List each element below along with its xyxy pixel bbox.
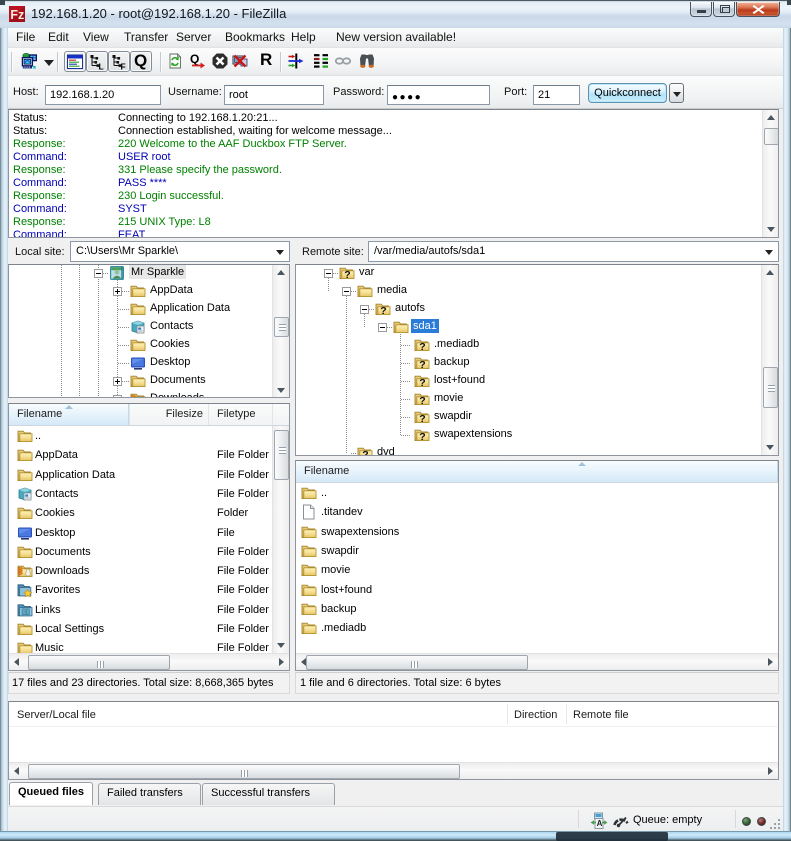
svg-text:Q: Q bbox=[190, 53, 199, 66]
svg-text:F: F bbox=[121, 62, 126, 71]
svg-text:Fz: Fz bbox=[10, 8, 24, 22]
svg-text:A: A bbox=[597, 819, 603, 828]
svg-text:L: L bbox=[99, 62, 104, 71]
